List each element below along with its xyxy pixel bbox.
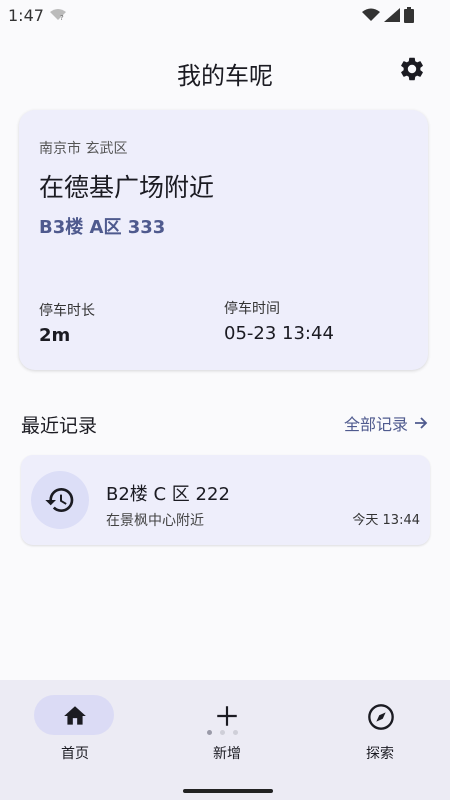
page-dot xyxy=(207,730,212,735)
gear-icon[interactable] xyxy=(398,55,426,83)
current-parking-card[interactable]: 南京市 玄武区 在德基广场附近 B3楼 A区 333 停车时长 2m 停车时间 … xyxy=(19,110,428,370)
location-place: 在德基广场附近 xyxy=(39,173,215,202)
status-bar: 1:47 ? xyxy=(0,0,450,32)
status-time: 1:47 xyxy=(8,6,44,25)
nav-home[interactable]: 首页 xyxy=(15,680,135,780)
duration-label: 停车时长 xyxy=(39,303,95,319)
park-time-label: 停车时间 xyxy=(224,301,280,317)
bottom-navigation: 首页 新增 探索 xyxy=(0,680,450,800)
page-dot xyxy=(220,730,225,735)
nav-explore[interactable]: 探索 xyxy=(320,680,440,780)
svg-text:?: ? xyxy=(60,14,64,21)
page-indicator xyxy=(207,730,238,735)
history-spot: B2楼 C 区 222 xyxy=(106,484,230,505)
nav-explore-label: 探索 xyxy=(366,746,394,762)
home-icon xyxy=(64,706,86,725)
nav-home-label: 首页 xyxy=(61,746,89,762)
recent-records-title: 最近记录 xyxy=(21,415,98,437)
compass-icon xyxy=(368,704,394,730)
history-avatar xyxy=(31,471,89,529)
status-icons xyxy=(362,7,414,23)
history-icon xyxy=(45,488,74,512)
arrow-right-icon xyxy=(415,417,428,429)
history-time: 今天 13:44 xyxy=(352,513,420,528)
nav-add-label: 新增 xyxy=(213,746,241,762)
wifi-question-icon: ? xyxy=(50,9,66,21)
all-records-label: 全部记录 xyxy=(343,415,408,434)
wifi-icon xyxy=(362,8,380,21)
page-title: 我的车呢 xyxy=(177,62,273,90)
battery-icon xyxy=(404,7,414,23)
gesture-bar[interactable] xyxy=(183,789,273,793)
parking-spot: B3楼 A区 333 xyxy=(39,217,166,238)
app-header: 我的车呢 xyxy=(0,50,450,94)
all-records-link[interactable]: 全部记录 xyxy=(344,411,428,435)
duration-value: 2m xyxy=(39,325,71,346)
location-city: 南京市 玄武区 xyxy=(39,141,128,157)
park-time-value: 05-23 13:44 xyxy=(224,323,334,344)
add-icon xyxy=(217,706,237,726)
history-place: 在景枫中心附近 xyxy=(106,513,204,529)
signal-icon xyxy=(384,8,400,22)
page-dot xyxy=(233,730,238,735)
history-list-item[interactable]: B2楼 C 区 222 在景枫中心附近 今天 13:44 xyxy=(21,455,430,545)
